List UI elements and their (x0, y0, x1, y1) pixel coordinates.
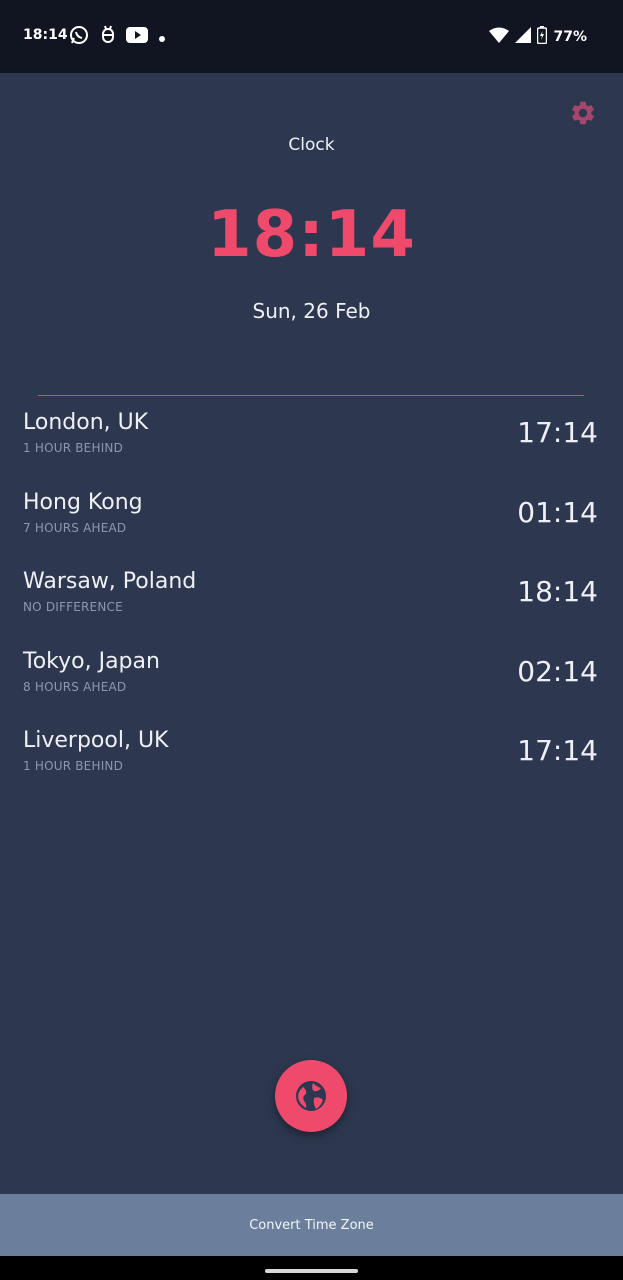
battery-percent: 77% (553, 29, 587, 45)
zone-difference: 1 HOUR BEHIND (23, 441, 124, 455)
gear-icon (572, 101, 594, 125)
zone-difference: 1 HOUR BEHIND (23, 759, 124, 773)
page-title: Clock (288, 135, 335, 155)
wifi-icon (489, 27, 510, 47)
status-bar: 18:14 77% (0, 0, 623, 73)
zone-time: 17:14 (517, 734, 598, 767)
convert-time-zone-label: Convert Time Zone (249, 1217, 374, 1233)
time-zone-item[interactable]: Warsaw, Poland NO DIFFERENCE 18:14 (0, 567, 623, 647)
zone-city: Hong Kong (23, 489, 143, 515)
zone-time: 01:14 (517, 495, 598, 529)
zone-difference: 8 HOURS AHEAD (23, 679, 127, 694)
time-zone-item[interactable]: London, UK 1 HOUR BEHIND 17:14 (0, 408, 623, 488)
settings-button[interactable] (569, 99, 597, 127)
zone-time: 18:14 (517, 575, 598, 608)
status-time: 18:14 (23, 27, 68, 43)
bug-notification-icon (100, 25, 116, 49)
zone-city: Tokyo, Japan (23, 648, 160, 674)
convert-time-zone-button[interactable]: Convert Time Zone (0, 1194, 623, 1256)
time-zone-item[interactable]: Hong Kong 7 HOURS AHEAD 01:14 (0, 488, 623, 568)
signal-icon (515, 27, 532, 47)
clock-screen: Clock 18:14 Sun, 26 Feb London, UK 1 HOU… (0, 73, 623, 1194)
globe-icon (296, 1081, 326, 1111)
youtube-icon (126, 27, 148, 47)
time-zone-list: London, UK 1 HOUR BEHIND 17:14 Hong Kong… (0, 408, 623, 806)
status-right: 77% (489, 26, 587, 48)
current-time: 18:14 (207, 198, 416, 272)
zone-time: 02:14 (517, 654, 598, 688)
current-date: Sun, 26 Feb (252, 299, 371, 323)
dot-icon (158, 28, 166, 47)
home-handle[interactable] (265, 1269, 358, 1273)
add-time-zone-button[interactable] (275, 1060, 347, 1132)
zone-city: Warsaw, Poland (23, 569, 197, 594)
zone-difference: 7 HOURS AHEAD (23, 520, 127, 535)
zone-time: 17:14 (517, 416, 598, 449)
whatsapp-icon (68, 24, 90, 50)
notification-icons (68, 24, 166, 50)
time-zone-item[interactable]: Tokyo, Japan 8 HOURS AHEAD 02:14 (0, 647, 623, 727)
divider (38, 395, 584, 396)
time-zone-item[interactable]: Liverpool, UK 1 HOUR BEHIND 17:14 (0, 726, 623, 806)
zone-city: Liverpool, UK (23, 728, 169, 753)
navigation-bar (0, 1256, 623, 1280)
battery-icon (537, 26, 548, 48)
zone-city: London, UK (23, 410, 149, 435)
zone-difference: NO DIFFERENCE (23, 600, 123, 614)
